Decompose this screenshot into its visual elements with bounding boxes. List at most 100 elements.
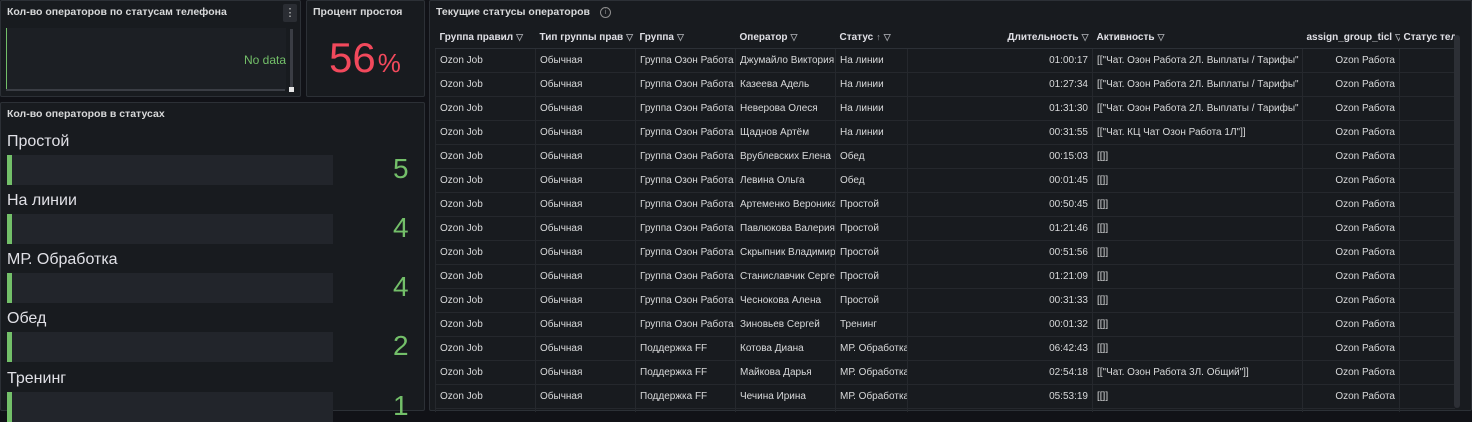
table-container: Группа правил ▽ Тип группы прав ▽ Группа ▽ Опе… bbox=[435, 26, 1455, 412]
cell-assign-group: Ozon Работа bbox=[1302, 192, 1400, 217]
filter-icon[interactable]: ▽ bbox=[626, 32, 633, 42]
filter-icon[interactable]: ▽ bbox=[516, 32, 523, 42]
idle-percent-value: 56% bbox=[329, 37, 401, 79]
cell-operator: Чеснокова Алена bbox=[735, 288, 836, 313]
cell-assign-group: Ozon Работа bbox=[1302, 216, 1400, 241]
cell-duration: 06:42:43 bbox=[907, 336, 1093, 361]
cell-status: МР. Обработка bbox=[835, 384, 908, 409]
cell-assign-group: Ozon Работа bbox=[1302, 360, 1400, 385]
column-header-assign-group[interactable]: assign_group_ticl▽ bbox=[1302, 26, 1400, 49]
cell-group-type: Обычная bbox=[535, 72, 636, 97]
table-row[interactable]: Ozon Job Обычная Поддержка FF Майкова Дарья… bbox=[435, 360, 1455, 385]
table-row[interactable]: Ozon Job Обычная Группа Озон Работа Зиновье… bbox=[435, 312, 1455, 337]
table-row[interactable]: Ozon Job Обычная Группа Озон Работа Левина … bbox=[435, 168, 1455, 193]
cell-assign-group: Ozon Работа bbox=[1302, 240, 1400, 265]
table-row[interactable]: Ozon Job Обычная Группа Озон Работа Врублев… bbox=[435, 144, 1455, 169]
bar-gauge-track bbox=[7, 392, 333, 422]
column-header-status[interactable]: Статус ↑ ▽ bbox=[835, 26, 908, 49]
cell-rule-group: Ozon Job bbox=[435, 336, 536, 361]
cell-rule-group: Ozon Job bbox=[435, 360, 536, 385]
column-header-label: Статус теле bbox=[1403, 31, 1456, 43]
cell-assign-group: Ozon Работа bbox=[1302, 336, 1400, 361]
cell-operator: Котова Диана bbox=[735, 336, 836, 361]
table-row[interactable]: Ozon Job Обычная Группа Озон Работа Джумайл… bbox=[435, 48, 1455, 73]
column-header-label: Группа правил bbox=[439, 31, 514, 43]
cell-duration: 00:15:03 bbox=[907, 144, 1093, 169]
filter-icon[interactable]: ▽ bbox=[791, 32, 798, 42]
status-counts-panel: Кол-во операторов в статусах Простой 5 Н… bbox=[0, 102, 425, 422]
cell-assign-group: Ozon Работа bbox=[1302, 312, 1400, 337]
cell-phone-status bbox=[1399, 384, 1455, 409]
cell-group-type: Обычная bbox=[535, 240, 636, 265]
cell-assign-group bbox=[1302, 408, 1400, 412]
table-row[interactable]: Ozon Job Обычная Группа Озон Работа Казеева… bbox=[435, 72, 1455, 97]
cell-duration: 00:51:56 bbox=[907, 240, 1093, 265]
operators-table: Группа правил ▽ Тип группы прав ▽ Группа ▽ Опе… bbox=[435, 26, 1455, 412]
cell-status: Тренинг bbox=[835, 312, 908, 337]
table-row[interactable]: Ozon Job Обычная Группа Озон Работа Станисл… bbox=[435, 264, 1455, 289]
cell-rule-group: Ozon Job bbox=[435, 48, 536, 73]
cell-duration: 01:21:09 bbox=[907, 264, 1093, 289]
bar-gauge-label: Обед bbox=[7, 310, 47, 327]
filter-icon[interactable]: ▽ bbox=[1082, 32, 1089, 42]
vertical-scrollbar[interactable] bbox=[290, 29, 293, 89]
cell-phone-status bbox=[1399, 72, 1455, 97]
table-row[interactable]: Ozon Job Обычная Группа Озон Работа Павлюко… bbox=[435, 216, 1455, 241]
table-row[interactable] bbox=[435, 408, 1455, 412]
cell-activity: [[]] bbox=[1092, 264, 1303, 289]
column-header-phone-status[interactable]: Статус теле▽ bbox=[1399, 26, 1456, 49]
table-scrollbar[interactable] bbox=[1454, 35, 1460, 408]
resize-handle[interactable] bbox=[289, 87, 294, 92]
column-header-group[interactable]: Группа ▽ bbox=[635, 26, 736, 49]
cell-group: Группа Озон Работа bbox=[635, 288, 736, 313]
info-icon[interactable]: i bbox=[599, 7, 611, 18]
table-row[interactable]: Ozon Job Обычная Группа Озон Работа Скрыпни… bbox=[435, 240, 1455, 265]
cell-status: На линии bbox=[835, 72, 908, 97]
cell-phone-status bbox=[1399, 336, 1455, 361]
cell-assign-group: Ozon Работа bbox=[1302, 72, 1400, 97]
cell-phone-status bbox=[1399, 144, 1455, 169]
cell-group-type: Обычная bbox=[535, 96, 636, 121]
column-header-label: Группа bbox=[639, 31, 674, 43]
column-header-rule-group[interactable]: Группа правил ▽ bbox=[435, 26, 536, 49]
cell-activity: [["Чат. КЦ Чат Озон Работа 1Л"]] bbox=[1092, 120, 1303, 145]
column-header-label: Оператор bbox=[739, 31, 788, 43]
bar-gauge-fill bbox=[7, 214, 12, 244]
table-row[interactable]: Ozon Job Обычная Группа Озон Работа Чесноко… bbox=[435, 288, 1455, 313]
cell-rule-group: Ozon Job bbox=[435, 144, 536, 169]
table-row[interactable]: Ozon Job Обычная Поддержка FF Котова Диана М… bbox=[435, 336, 1455, 361]
column-header-activity[interactable]: Активность ▽ bbox=[1092, 26, 1303, 49]
filter-icon[interactable]: ▽ bbox=[884, 32, 891, 42]
cell-assign-group: Ozon Работа bbox=[1302, 288, 1400, 313]
filter-icon[interactable]: ▽ bbox=[1158, 32, 1165, 42]
cell-rule-group: Ozon Job bbox=[435, 264, 536, 289]
table-row[interactable]: Ozon Job Обычная Группа Озон Работа Щаднов … bbox=[435, 120, 1455, 145]
cell-group-type: Обычная bbox=[535, 288, 636, 313]
cell-group bbox=[635, 408, 736, 412]
cell-group: Поддержка FF bbox=[635, 336, 736, 361]
cell-group-type: Обычная bbox=[535, 192, 636, 217]
cell-group: Группа Озон Работа bbox=[635, 192, 736, 217]
column-header-duration[interactable]: Длительность ▽ bbox=[907, 26, 1093, 49]
horizontal-scrollbar[interactable] bbox=[6, 89, 285, 91]
bar-gauge-track bbox=[7, 332, 333, 362]
kebab-menu-icon[interactable]: ⋮ bbox=[283, 4, 297, 22]
bar-gauge-label: МР. Обработка bbox=[7, 251, 118, 268]
bar-gauge-fill bbox=[7, 392, 12, 422]
table-row[interactable]: Ozon Job Обычная Группа Озон Работа Неверов… bbox=[435, 96, 1455, 121]
bar-gauge-value: 4 bbox=[393, 212, 409, 243]
filter-icon[interactable]: ▽ bbox=[1395, 32, 1399, 42]
sort-ascending-icon[interactable]: ↑ bbox=[876, 32, 881, 42]
filter-icon[interactable]: ▽ bbox=[677, 32, 684, 42]
column-header-operator[interactable]: Оператор ▽ bbox=[735, 26, 836, 49]
cell-activity: [[]] bbox=[1092, 288, 1303, 313]
cell-group: Группа Озон Работа bbox=[635, 72, 736, 97]
column-header-label: Статус bbox=[839, 31, 874, 43]
cell-duration bbox=[907, 408, 1093, 412]
table-row[interactable]: Ozon Job Обычная Группа Озон Работа Артемен… bbox=[435, 192, 1455, 217]
cell-rule-group bbox=[435, 408, 536, 412]
column-header-group-type[interactable]: Тип группы прав ▽ bbox=[535, 26, 636, 49]
table-row[interactable]: Ozon Job Обычная Поддержка FF Чечина Ирина М… bbox=[435, 384, 1455, 409]
cell-status: Простой bbox=[835, 264, 908, 289]
cell-phone-status bbox=[1399, 264, 1455, 289]
